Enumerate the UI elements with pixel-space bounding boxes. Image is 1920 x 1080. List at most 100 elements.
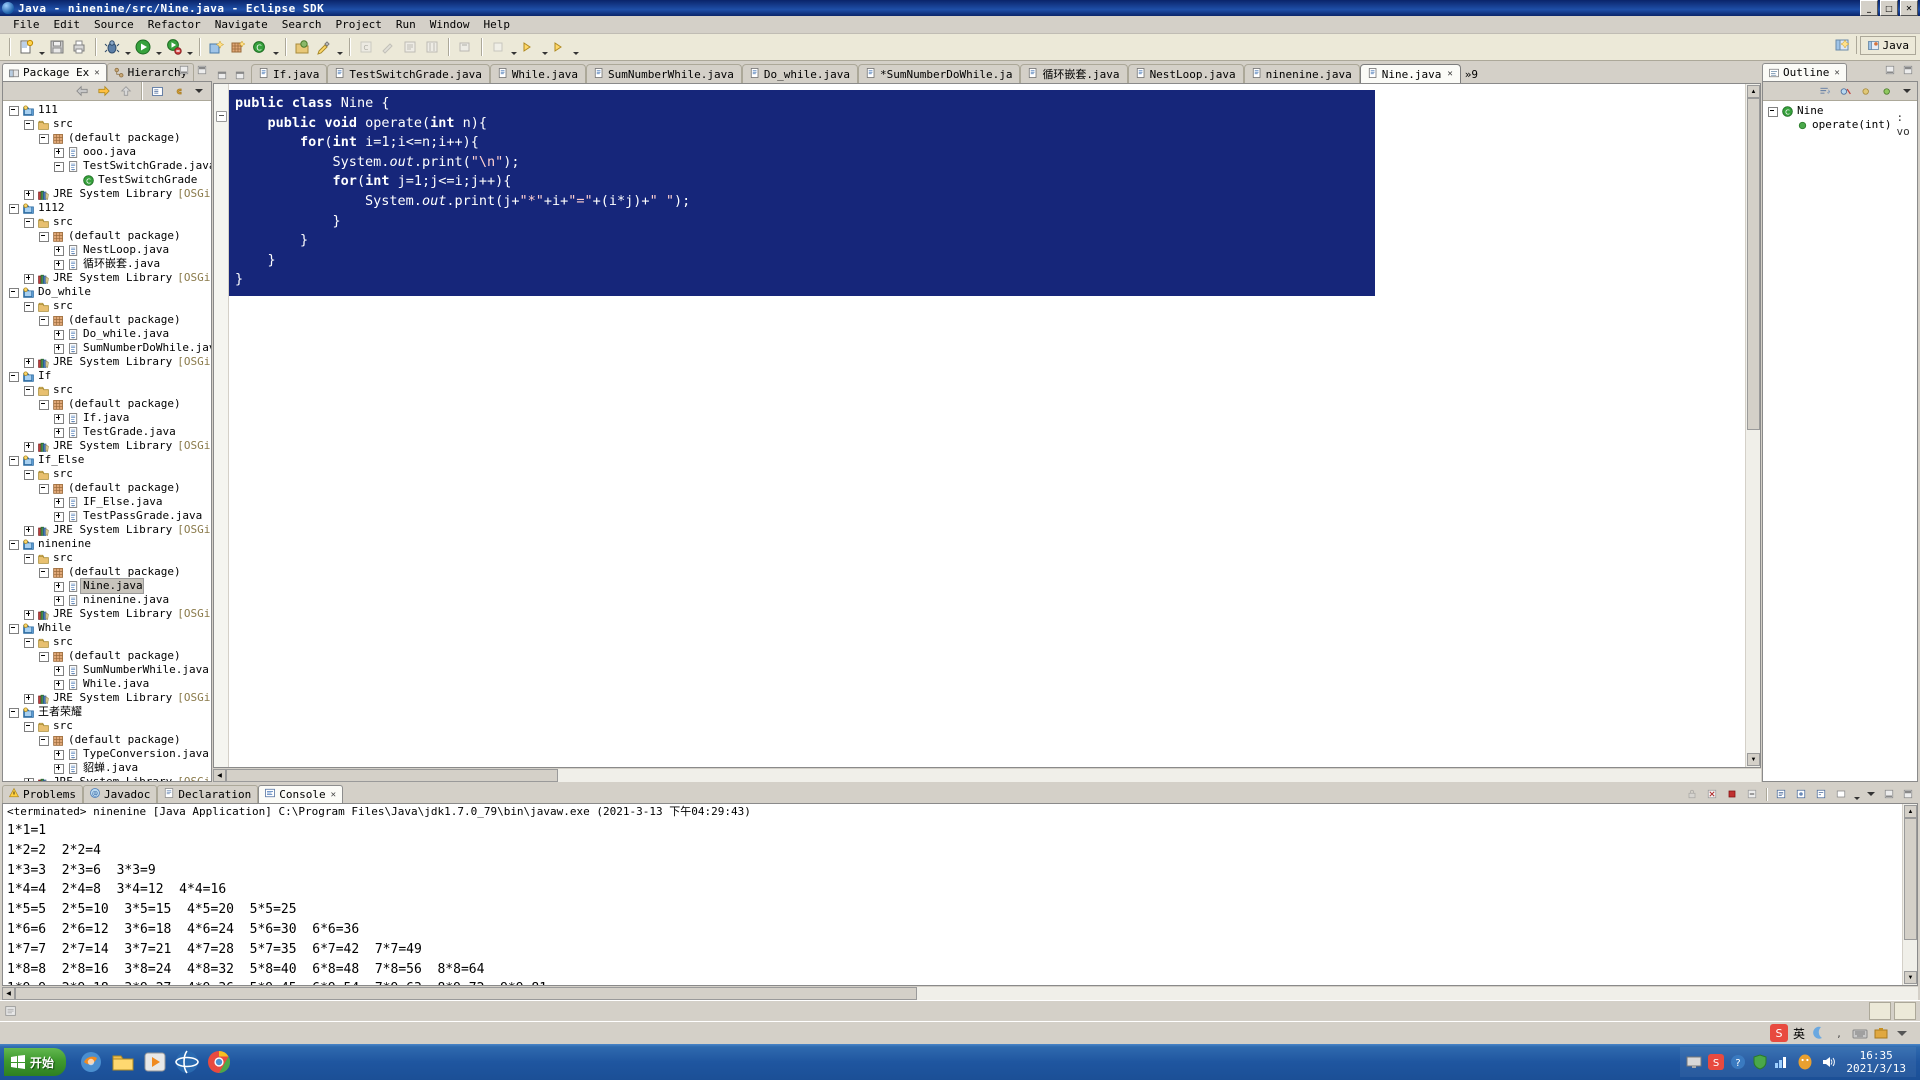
tree-collapse-icon[interactable] xyxy=(7,103,20,117)
scroll-up-icon[interactable]: ▲ xyxy=(1747,85,1760,98)
tree-row[interactable]: src xyxy=(7,635,211,649)
tree-row[interactable]: IF_Else.java xyxy=(7,495,211,509)
collapse-all-icon[interactable] xyxy=(148,83,166,99)
editor-tab[interactable]: Do_while.java xyxy=(742,64,858,83)
tree-row[interactable]: 王者荣耀 xyxy=(7,705,211,719)
console-tab[interactable]: Problems xyxy=(2,785,83,803)
previous-annotation-icon[interactable] xyxy=(422,37,442,57)
tree-expand-icon[interactable] xyxy=(22,607,35,621)
previous-edit-icon[interactable] xyxy=(455,37,475,57)
tree-expand-icon[interactable] xyxy=(52,425,65,439)
tree-row[interactable]: If.java xyxy=(7,411,211,425)
tree-row[interactable]: TestSwitchGrade.java xyxy=(7,159,211,173)
tree-expand-icon[interactable] xyxy=(22,187,35,201)
tree-expand-icon[interactable] xyxy=(22,355,35,369)
tree-row[interactable]: 111 xyxy=(7,103,211,117)
view-menu-icon[interactable] xyxy=(1900,83,1913,99)
tree-row[interactable]: While xyxy=(7,621,211,635)
view-maximize-icon[interactable] xyxy=(195,63,209,77)
tree-row[interactable]: 循环嵌套.java xyxy=(7,257,211,271)
media-player-icon[interactable] xyxy=(142,1049,168,1075)
tree-collapse-icon[interactable] xyxy=(52,159,65,173)
editor-tab[interactable]: ninenine.java xyxy=(1244,64,1360,83)
editor-scroll-thumb[interactable] xyxy=(1747,98,1760,430)
tree-row[interactable]: JRE System Library[OSGi/Minimu xyxy=(7,607,211,621)
tree-expand-icon[interactable] xyxy=(52,579,65,593)
new-wizard-icon[interactable] xyxy=(16,37,36,57)
tree-collapse-icon[interactable] xyxy=(22,635,35,649)
forward2-dropdown-icon[interactable] xyxy=(571,35,580,60)
tree-row[interactable]: (default package) xyxy=(7,733,211,747)
forward-nav-dropdown-icon[interactable] xyxy=(540,35,549,60)
console-open-icon[interactable] xyxy=(1833,787,1849,802)
tree-row[interactable]: While.java xyxy=(7,677,211,691)
tree-expand-icon[interactable] xyxy=(22,691,35,705)
menu-item-window[interactable]: Window xyxy=(423,17,477,32)
tree-expand-icon[interactable] xyxy=(52,761,65,775)
tree-expand-icon[interactable] xyxy=(52,747,65,761)
new-package-icon[interactable] xyxy=(228,37,248,57)
tree-row[interactable]: Do_while.java xyxy=(7,327,211,341)
tree-row[interactable]: (default package) xyxy=(7,397,211,411)
view-menu-icon[interactable] xyxy=(192,83,206,99)
tree-row[interactable]: CTestSwitchGrade xyxy=(7,173,211,187)
back-nav-dropdown-icon[interactable] xyxy=(509,35,518,60)
console-remove-icon[interactable] xyxy=(1744,787,1760,802)
menu-item-refactor[interactable]: Refactor xyxy=(141,17,208,32)
tree-collapse-icon[interactable] xyxy=(7,621,20,635)
tree-row[interactable]: Do_while xyxy=(7,285,211,299)
new-wizard-dropdown-icon[interactable] xyxy=(37,35,46,60)
tree-collapse-icon[interactable] xyxy=(37,565,50,579)
taskbar-clock[interactable]: 16:35 2021/3/13 xyxy=(1842,1049,1910,1075)
tree-expand-icon[interactable] xyxy=(52,509,65,523)
editor-maximize-icon[interactable] xyxy=(232,66,248,83)
next-annotation-icon[interactable] xyxy=(400,37,420,57)
tree-collapse-icon[interactable] xyxy=(22,299,35,313)
up-icon[interactable] xyxy=(117,83,135,99)
tree-row[interactable]: If_Else xyxy=(7,453,211,467)
console-scroll-lock-icon[interactable] xyxy=(1773,787,1789,802)
close-icon[interactable]: ✕ xyxy=(1834,68,1839,78)
back-nav-icon[interactable] xyxy=(488,37,508,57)
tree-expand-icon[interactable] xyxy=(52,593,65,607)
tree-row[interactable]: src xyxy=(7,215,211,229)
tab-outline[interactable]: Outline ✕ xyxy=(1762,63,1847,81)
menu-item-edit[interactable]: Edit xyxy=(47,17,88,32)
tree-row[interactable]: (default package) xyxy=(7,313,211,327)
console-tab[interactable]: Console✕ xyxy=(258,785,343,803)
tree-expand-icon[interactable] xyxy=(52,327,65,341)
tree-collapse-icon[interactable] xyxy=(7,705,20,719)
link-with-editor-icon[interactable] xyxy=(170,83,188,99)
code-text-area[interactable]: public class Nine { public void operate(… xyxy=(229,84,1745,767)
run-external-tools-icon[interactable] xyxy=(164,37,184,57)
back-icon[interactable] xyxy=(73,83,91,99)
print-icon[interactable] xyxy=(69,37,89,57)
tree-row[interactable]: JRE System Library[OSGi/Minimu xyxy=(7,775,211,782)
editor-restore-icon[interactable] xyxy=(214,66,230,83)
console-vertical-scrollbar[interactable]: ▲ ▼ xyxy=(1902,804,1917,985)
editor-tab[interactable]: SumNumberWhile.java xyxy=(586,64,742,83)
folder-icon[interactable] xyxy=(110,1049,136,1075)
tree-row[interactable]: src xyxy=(7,719,211,733)
tree-collapse-icon[interactable] xyxy=(37,397,50,411)
tree-expand-icon[interactable] xyxy=(22,523,35,537)
tree-collapse-icon[interactable] xyxy=(37,649,50,663)
console-tab[interactable]: Declaration xyxy=(157,785,258,803)
console-terminate-icon[interactable] xyxy=(1724,787,1740,802)
menu-item-file[interactable]: File xyxy=(6,17,47,32)
search-dropdown-icon[interactable] xyxy=(335,35,344,60)
tree-collapse-icon[interactable] xyxy=(37,229,50,243)
tree-collapse-icon[interactable] xyxy=(22,719,35,733)
project-tree[interactable]: 111src(default package)ooo.javaTestSwitc… xyxy=(3,101,211,782)
console-scroll-thumb[interactable] xyxy=(1904,818,1917,940)
console-pin-icon[interactable] xyxy=(1793,787,1809,802)
tree-collapse-icon[interactable] xyxy=(37,733,50,747)
scroll-down-icon[interactable]: ▼ xyxy=(1904,971,1917,984)
tree-row[interactable]: 1112 xyxy=(7,201,211,215)
console-display-selected-icon[interactable] xyxy=(1813,787,1829,802)
tree-collapse-icon[interactable] xyxy=(22,467,35,481)
ime-mode-label[interactable]: 英 xyxy=(1793,1025,1805,1042)
last-edit-location-icon[interactable] xyxy=(378,37,398,57)
tree-row[interactable]: JRE System Library[OSGi/Minimu xyxy=(7,523,211,537)
scroll-up-icon[interactable]: ▲ xyxy=(1904,805,1917,818)
